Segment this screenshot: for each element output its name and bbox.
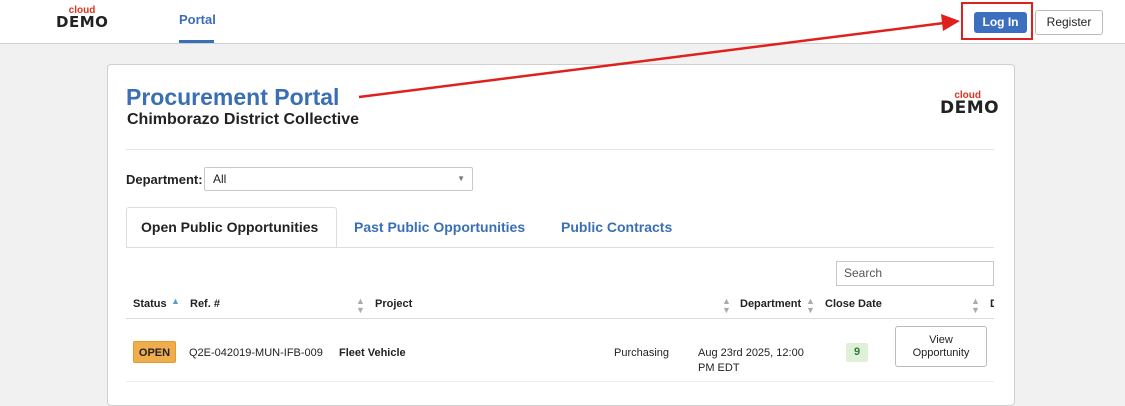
- annotation-arrow-icon: [358, 14, 960, 99]
